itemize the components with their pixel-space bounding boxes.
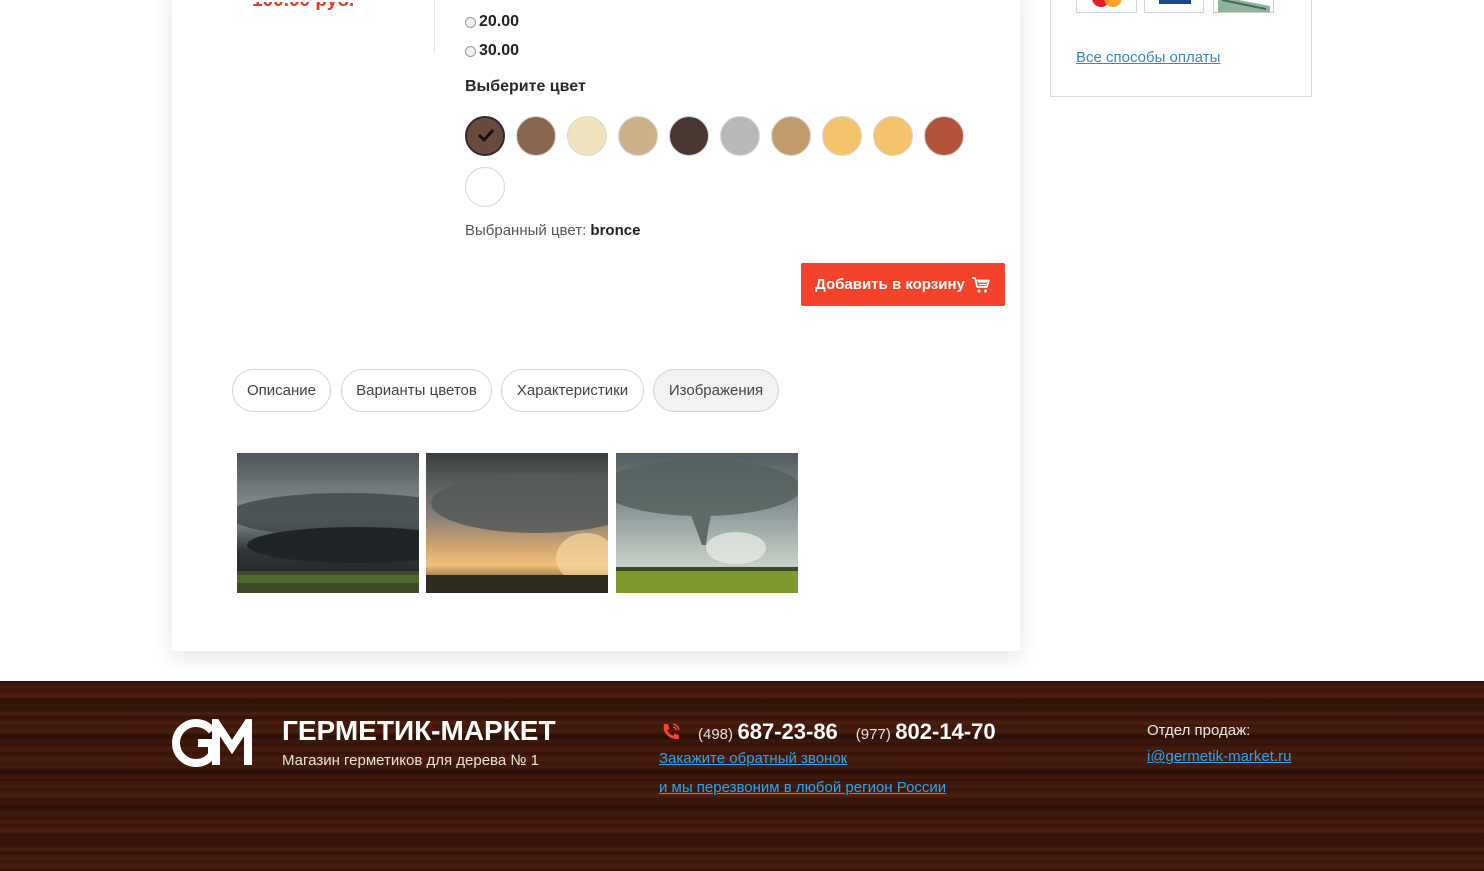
sales-email-link[interactable]: i@germetik-market.ru [1147, 748, 1291, 765]
tab-images[interactable]: Изображения [653, 369, 779, 412]
brand-name: ГЕРМЕТИК-МАРКЕТ [282, 715, 556, 746]
color-swatch-11[interactable] [465, 167, 505, 207]
color-section-title: Выберите цвет [465, 78, 586, 95]
add-to-cart-label: Добавить в корзину [815, 276, 965, 293]
paypal-icon [1144, 0, 1204, 13]
selected-color-value: bronce [590, 222, 641, 239]
color-swatch-9[interactable] [873, 116, 913, 156]
callback-link[interactable]: Закажите обратный звонок [659, 750, 847, 767]
color-swatch-4[interactable] [618, 116, 658, 156]
selected-color-label: Выбранный цвет: [465, 222, 587, 239]
phone-icon [663, 723, 680, 740]
tab-label: Варианты цветов [356, 382, 477, 399]
tab-label: Описание [246, 382, 317, 399]
phone-2-code: (977) [855, 726, 891, 743]
brand-tagline: Магазин герметиков для дерева № 1 [282, 752, 539, 769]
all-payment-methods-link[interactable]: Все способы оплаты [1076, 49, 1220, 66]
radio-button[interactable] [465, 16, 476, 28]
phone-1-number: 687-23-86 [737, 719, 838, 744]
tab-characteristics[interactable]: Характеристики [501, 369, 644, 412]
color-swatch-3[interactable] [567, 116, 607, 156]
sales-department-label: Отдел продаж: [1147, 722, 1251, 739]
product-card: 100.00 руб. 20.00 30.00 Выберите цвет Вы… [172, 0, 1020, 651]
add-to-cart-button[interactable]: Добавить в корзину [801, 263, 1005, 306]
color-swatch-5[interactable] [669, 116, 709, 156]
site-footer: ГЕРМЕТИК-МАРКЕТ Магазин герметиков для д… [0, 681, 1484, 871]
phone-numbers: (498) 687-23-86 (977) 802-14-70 [698, 719, 996, 745]
volume-option-label: 30.00 [479, 42, 520, 59]
phone-1[interactable]: (498) 687-23-86 [698, 719, 838, 745]
cart-icon [971, 276, 990, 293]
mastercard-icon [1076, 0, 1137, 13]
phone-1-code: (498) [698, 726, 734, 743]
phone-2-number: 802-14-70 [895, 719, 996, 744]
column-divider [434, 0, 435, 54]
check-icon [477, 128, 495, 143]
color-swatch-2[interactable] [516, 116, 556, 156]
gallery-thumbnail-2[interactable] [426, 453, 608, 593]
tab-label: Характеристики [516, 382, 629, 399]
tab-label: Изображения [668, 382, 764, 399]
tornado-image [616, 453, 798, 593]
payment-methods-box: Все способы оплаты [1050, 0, 1312, 97]
storm-image [426, 453, 608, 593]
cash-icon [1213, 0, 1274, 13]
gallery-thumbnail-3[interactable] [616, 453, 798, 593]
volume-option-20[interactable]: 20.00 [465, 13, 519, 31]
tab-color-variants[interactable]: Варианты цветов [341, 369, 492, 412]
product-price: 100.00 руб. [252, 0, 355, 11]
selected-color: Выбранный цвет: bronce [465, 222, 640, 239]
radio-button[interactable] [465, 45, 476, 57]
gallery-thumbnail-1[interactable] [237, 453, 419, 593]
volume-option-label: 20.00 [479, 13, 520, 30]
volume-option-30[interactable]: 30.00 [465, 42, 519, 60]
callback-link-region[interactable]: и мы перезвоним в любой регион России [659, 779, 946, 796]
color-swatch-8[interactable] [822, 116, 862, 156]
storm-image [237, 453, 419, 593]
gm-logo-icon[interactable] [172, 719, 254, 767]
color-swatch-6[interactable] [720, 116, 760, 156]
color-swatch-7[interactable] [771, 116, 811, 156]
tab-description[interactable]: Описание [232, 369, 331, 412]
color-swatch-10[interactable] [924, 116, 964, 156]
color-swatch-1[interactable] [465, 116, 505, 156]
phone-2[interactable]: (977) 802-14-70 [856, 719, 996, 745]
